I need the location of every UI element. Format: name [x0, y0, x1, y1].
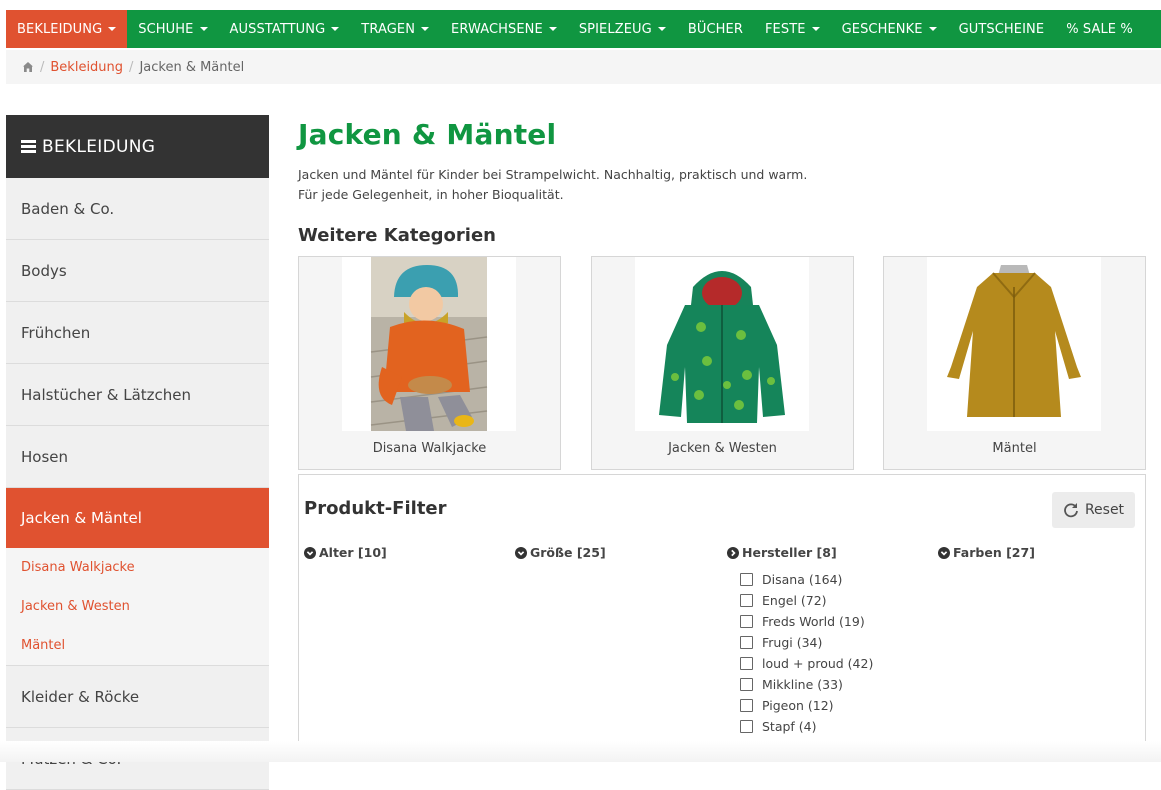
- checkbox[interactable]: [740, 720, 753, 733]
- chevron-circle-down-icon: [938, 546, 950, 559]
- filter-option-frugi[interactable]: Frugi (34): [740, 632, 873, 653]
- nav-item-ausstattung[interactable]: AUSSTATTUNG: [219, 10, 351, 48]
- checkbox[interactable]: [740, 657, 753, 670]
- checkbox[interactable]: [740, 699, 753, 712]
- sidebar-item-halstuecher[interactable]: Halstücher & Lätzchen: [6, 364, 269, 426]
- caret-down-icon: [199, 27, 208, 31]
- category-image: [635, 257, 809, 431]
- subcategory-cards: Disana Walkjacke Jacken & Westen Mäntel: [298, 256, 1146, 470]
- filter-group-alter[interactable]: Alter [10]: [304, 545, 387, 560]
- filter-group-hersteller[interactable]: Hersteller [8]: [727, 545, 837, 560]
- caret-down-icon: [928, 27, 937, 31]
- reset-button[interactable]: Reset: [1052, 492, 1135, 528]
- sidebar-item-hosen[interactable]: Hosen: [6, 426, 269, 488]
- caret-down-icon: [657, 27, 666, 31]
- breadcrumb-separator: /: [40, 59, 45, 75]
- caret-down-icon: [548, 27, 557, 31]
- menu-icon: [21, 140, 36, 153]
- chevron-circle-down-icon: [304, 546, 316, 559]
- nav-item-sale[interactable]: % SALE %: [1055, 10, 1144, 48]
- sidebar-header: BEKLEIDUNG: [6, 115, 269, 178]
- nav-item-geschenke[interactable]: GESCHENKE: [831, 10, 948, 48]
- filter-option-pigeon[interactable]: Pigeon (12): [740, 695, 873, 716]
- category-card-maentel[interactable]: Mäntel: [883, 256, 1146, 470]
- filter-option-engel[interactable]: Engel (72): [740, 590, 873, 611]
- caret-down-icon: [811, 27, 820, 31]
- category-card-jacken-westen[interactable]: Jacken & Westen: [591, 256, 854, 470]
- filter-group-farben[interactable]: Farben [27]: [938, 545, 1035, 560]
- filter-group-groesse[interactable]: Größe [25]: [515, 545, 606, 560]
- filter-option-freds-world[interactable]: Freds World (19): [740, 611, 873, 632]
- breadcrumb-current: Jacken & Mäntel: [139, 59, 245, 75]
- filter-option-stapf[interactable]: Stapf (4): [740, 716, 873, 737]
- chevron-circle-right-icon: [727, 546, 739, 559]
- refresh-icon: [1064, 503, 1078, 518]
- sidebar-subcategories: Disana Walkjacke Jacken & Westen Mäntel: [6, 548, 269, 666]
- page-title: Jacken & Mäntel: [298, 118, 557, 151]
- caret-down-icon: [421, 27, 430, 31]
- nav-item-erwachsene[interactable]: ERWACHSENE: [440, 10, 568, 48]
- nav-item-bekleidung[interactable]: BEKLEIDUNG: [6, 10, 128, 48]
- category-card-label: Mäntel: [992, 441, 1037, 456]
- sidebar-item-baden[interactable]: Baden & Co.: [6, 178, 269, 240]
- category-card-disana-walkjacke[interactable]: Disana Walkjacke: [298, 256, 561, 470]
- caret-down-icon: [331, 27, 340, 31]
- caret-down-icon: [108, 27, 117, 31]
- filter-option-loud-proud[interactable]: loud + proud (42): [740, 653, 873, 674]
- sidebar-item-kleider-roecke[interactable]: Kleider & Röcke: [6, 666, 269, 728]
- category-image: [342, 257, 516, 431]
- breadcrumb-separator: /: [129, 59, 134, 75]
- checkbox[interactable]: [740, 636, 753, 649]
- product-filter: Produkt-Filter Reset Alter [10] Größe [2…: [298, 474, 1146, 742]
- category-sidebar: BEKLEIDUNG Baden & Co. Bodys Frühchen Ha…: [6, 115, 269, 790]
- home-icon[interactable]: [22, 61, 34, 73]
- nav-item-gutscheine[interactable]: GUTSCHEINE: [948, 10, 1056, 48]
- nav-item-buecher[interactable]: BÜCHER: [677, 10, 754, 48]
- nav-item-schuhe[interactable]: SCHUHE: [127, 10, 218, 48]
- nav-item-spielzeug[interactable]: SPIELZEUG: [568, 10, 677, 48]
- sidebar-item-jacken-maentel[interactable]: Jacken & Mäntel: [6, 488, 269, 548]
- checkbox[interactable]: [740, 678, 753, 691]
- filter-title: Produkt-Filter: [304, 498, 447, 519]
- main-content: Jacken & Mäntel Jacken und Mäntel für Ki…: [298, 115, 1146, 742]
- sidebar-item-bodys[interactable]: Bodys: [6, 240, 269, 302]
- manufacturer-options: Disana (164) Engel (72) Freds World (19)…: [740, 569, 873, 737]
- checkbox[interactable]: [740, 594, 753, 607]
- checkbox[interactable]: [740, 615, 753, 628]
- nav-item-feste[interactable]: FESTE: [754, 10, 831, 48]
- sidebar-subitem-disana-walkjacke[interactable]: Disana Walkjacke: [6, 548, 269, 587]
- sidebar-item-fruehchen[interactable]: Frühchen: [6, 302, 269, 364]
- category-description: Jacken und Mäntel für Kinder bei Strampe…: [298, 167, 808, 202]
- sidebar-subitem-maentel[interactable]: Mäntel: [6, 626, 269, 665]
- main-navigation: BEKLEIDUNG SCHUHE AUSSTATTUNG TRAGEN ERW…: [6, 10, 1161, 48]
- nav-item-tragen[interactable]: TRAGEN: [350, 10, 440, 48]
- category-card-label: Disana Walkjacke: [372, 441, 487, 456]
- breadcrumb: / Bekleidung / Jacken & Mäntel: [6, 50, 1161, 84]
- filter-option-mikkline[interactable]: Mikkline (33): [740, 674, 873, 695]
- checkbox[interactable]: [740, 573, 753, 586]
- breadcrumb-link-bekleidung[interactable]: Bekleidung: [50, 60, 123, 75]
- sidebar-subitem-jacken-westen[interactable]: Jacken & Westen: [6, 587, 269, 626]
- more-categories-heading: Weitere Kategorien: [298, 225, 496, 246]
- category-image: [927, 257, 1101, 431]
- chevron-circle-down-icon: [515, 546, 527, 559]
- filter-option-disana[interactable]: Disana (164): [740, 569, 873, 590]
- category-card-label: Jacken & Westen: [668, 441, 777, 456]
- page-bottom-fade: [0, 741, 1161, 762]
